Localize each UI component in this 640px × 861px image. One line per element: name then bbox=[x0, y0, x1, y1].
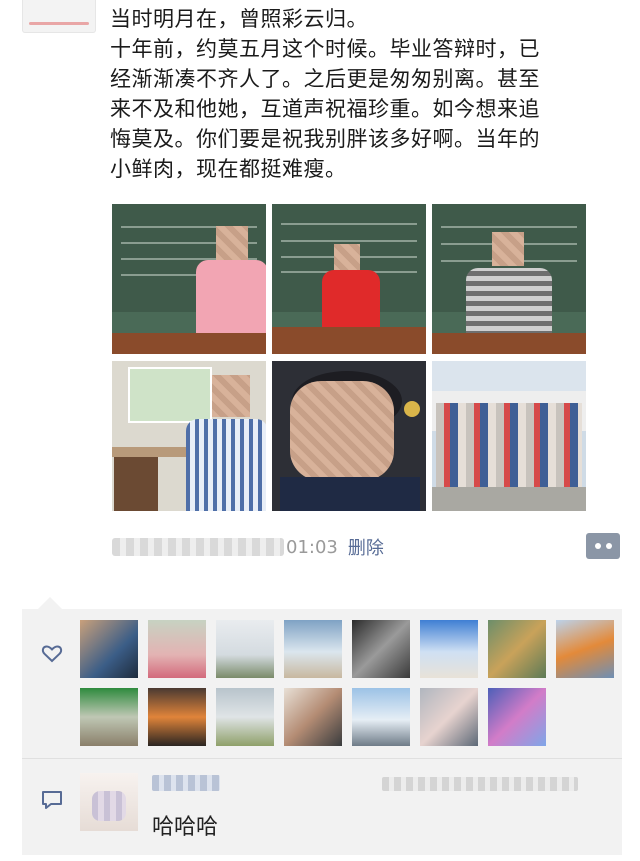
photo-grid bbox=[112, 204, 586, 514]
like-avatar[interactable] bbox=[148, 688, 206, 746]
comment-text: 哈哈哈 bbox=[152, 815, 219, 840]
timestamp-blurred bbox=[112, 538, 284, 556]
timestamp-suffix: 01:03 bbox=[286, 536, 338, 558]
photo-thumbnail[interactable] bbox=[272, 204, 426, 354]
commenter-name-blurred[interactable] bbox=[152, 775, 220, 791]
like-avatar[interactable] bbox=[488, 620, 546, 678]
post-line: 十年前，约莫五月这个时候。毕业答辩时，已 bbox=[110, 37, 540, 61]
like-avatar[interactable] bbox=[80, 688, 138, 746]
like-avatar[interactable] bbox=[352, 688, 410, 746]
post-text: 当时明月在，曾照彩云归。 十年前，约莫五月这个时候。毕业答辩时，已 经渐渐凑不齐… bbox=[110, 4, 622, 184]
more-actions-button[interactable] bbox=[586, 533, 620, 559]
like-avatar[interactable] bbox=[216, 620, 274, 678]
comment-icon bbox=[42, 791, 62, 809]
like-avatar[interactable] bbox=[148, 620, 206, 678]
photo-thumbnail[interactable] bbox=[432, 361, 586, 511]
like-avatar[interactable] bbox=[420, 620, 478, 678]
photo-thumbnail[interactable] bbox=[112, 204, 266, 354]
post-line: 来不及和他她，互道声祝福珍重。如今想来追 bbox=[110, 97, 540, 121]
post-line: 经渐渐凑不齐人了。之后更是匆匆别离。甚至 bbox=[110, 67, 540, 91]
photo-thumbnail[interactable] bbox=[112, 361, 266, 511]
commenter-avatar[interactable] bbox=[80, 773, 138, 831]
photo-thumbnail[interactable] bbox=[432, 204, 586, 354]
poster-avatar[interactable] bbox=[22, 0, 96, 33]
post-line: 当时明月在，曾照彩云归。 bbox=[110, 7, 368, 31]
delete-button[interactable]: 删除 bbox=[348, 534, 384, 560]
like-avatar[interactable] bbox=[284, 688, 342, 746]
post-meta: 01:03 删除 bbox=[112, 534, 384, 560]
more-dots-icon bbox=[605, 543, 612, 549]
post-line: 小鲜肉，现在都挺难瘦。 bbox=[110, 157, 347, 181]
more-dots-icon bbox=[594, 543, 601, 549]
like-avatar[interactable] bbox=[352, 620, 410, 678]
like-avatar[interactable] bbox=[80, 620, 138, 678]
like-avatar[interactable] bbox=[420, 688, 478, 746]
photo-thumbnail[interactable] bbox=[272, 361, 426, 511]
like-avatar[interactable] bbox=[556, 620, 614, 678]
like-avatar[interactable] bbox=[488, 688, 546, 746]
comment-time-blurred bbox=[382, 777, 578, 791]
post-line: 悔莫及。你们要是祝我别胖该多好啊。当年的 bbox=[110, 127, 540, 151]
heart-icon bbox=[41, 645, 63, 663]
like-avatar[interactable] bbox=[284, 620, 342, 678]
like-avatars bbox=[80, 620, 620, 746]
likes-comments-panel: 哈哈哈 bbox=[22, 597, 622, 855]
divider bbox=[22, 758, 622, 759]
like-avatar[interactable] bbox=[216, 688, 274, 746]
